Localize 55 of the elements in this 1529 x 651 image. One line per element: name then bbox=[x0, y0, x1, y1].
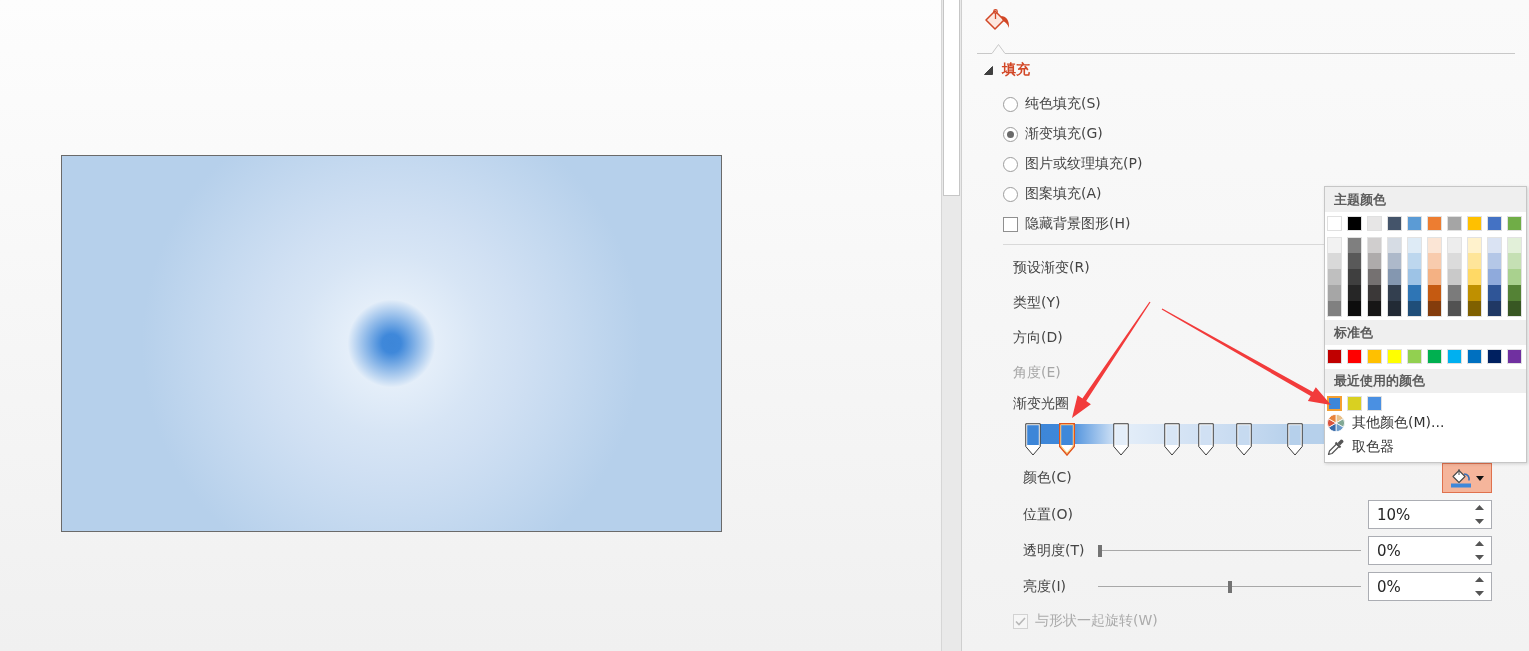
radio-label[interactable]: 图案填充(A) bbox=[1025, 185, 1102, 203]
up-arrow-icon[interactable] bbox=[1475, 577, 1484, 582]
setting-label: 预设渐变(R) bbox=[1013, 258, 1090, 277]
radio-button[interactable] bbox=[1003, 186, 1018, 202]
menu-header: 标准色 bbox=[1325, 320, 1526, 345]
menu-header: 最近使用的颜色 bbox=[1325, 369, 1526, 393]
down-arrow-icon[interactable] bbox=[1475, 519, 1484, 524]
gradient-stop[interactable] bbox=[1198, 423, 1215, 456]
setting-label: 方向(D) bbox=[1013, 328, 1063, 347]
down-arrow-icon[interactable] bbox=[1475, 555, 1484, 560]
setting-label: 亮度(I) bbox=[1023, 577, 1068, 596]
paint-bucket-icon[interactable] bbox=[985, 7, 1010, 30]
setting-label: 角度(E) bbox=[1013, 363, 1061, 382]
checkbox-label[interactable]: 隐藏背景图形(H) bbox=[1025, 215, 1131, 233]
section-title[interactable]: 填充 bbox=[1002, 61, 1030, 79]
gradient-stop[interactable] bbox=[1164, 423, 1181, 456]
setting-label: 透明度(T) bbox=[1023, 541, 1086, 560]
color-wheel-icon bbox=[1327, 414, 1345, 432]
paint-bucket-icon bbox=[1450, 468, 1472, 488]
radio-button[interactable] bbox=[1003, 156, 1018, 172]
up-arrow-icon[interactable] bbox=[1475, 505, 1484, 510]
radio-label[interactable]: 图片或纹理填充(P) bbox=[1025, 155, 1143, 173]
slider-thumb[interactable] bbox=[1098, 544, 1102, 557]
slider-track[interactable] bbox=[1098, 544, 1361, 557]
gradient-stop[interactable] bbox=[1113, 423, 1130, 456]
number-field[interactable]: 0% bbox=[1368, 536, 1492, 565]
fill-color-button[interactable] bbox=[1442, 463, 1492, 493]
menu-item[interactable]: 其他颜色(M)... bbox=[1325, 411, 1526, 435]
checkbox[interactable] bbox=[1003, 216, 1018, 232]
number-field[interactable]: 0% bbox=[1368, 572, 1492, 601]
setting-label: 位置(O) bbox=[1023, 505, 1074, 524]
radio-label[interactable]: 渐变填充(G) bbox=[1025, 125, 1103, 143]
radio-button[interactable] bbox=[1003, 126, 1018, 142]
eyedropper-icon bbox=[1327, 438, 1345, 456]
slider-track[interactable] bbox=[1098, 580, 1361, 593]
caret-icon bbox=[1476, 475, 1484, 481]
setting-label: 渐变光圈 bbox=[1013, 395, 1069, 413]
radio-label[interactable]: 纯色填充(S) bbox=[1025, 95, 1101, 113]
color-swatch[interactable] bbox=[1327, 396, 1342, 411]
radio-button[interactable] bbox=[1003, 96, 1018, 112]
menu-item[interactable]: 取色器 bbox=[1325, 435, 1526, 459]
scrollbar[interactable] bbox=[941, 0, 962, 651]
menu-header: 主题颜色 bbox=[1325, 187, 1526, 212]
scrollbar-thumb[interactable] bbox=[943, 0, 960, 196]
slider-thumb[interactable] bbox=[1227, 580, 1232, 593]
up-arrow-icon[interactable] bbox=[1475, 541, 1484, 546]
gradient-stop[interactable] bbox=[1235, 423, 1252, 456]
setting-label: 颜色(C) bbox=[1023, 469, 1073, 487]
expand-triangle-icon[interactable] bbox=[984, 65, 993, 75]
gradient-stop[interactable] bbox=[1286, 423, 1303, 456]
setting-label: 类型(Y) bbox=[1013, 293, 1061, 312]
number-field[interactable]: 10% bbox=[1368, 500, 1492, 529]
gradient-stop[interactable] bbox=[1059, 423, 1075, 456]
down-arrow-icon[interactable] bbox=[1475, 591, 1484, 596]
gradient-stop[interactable] bbox=[1025, 423, 1041, 456]
